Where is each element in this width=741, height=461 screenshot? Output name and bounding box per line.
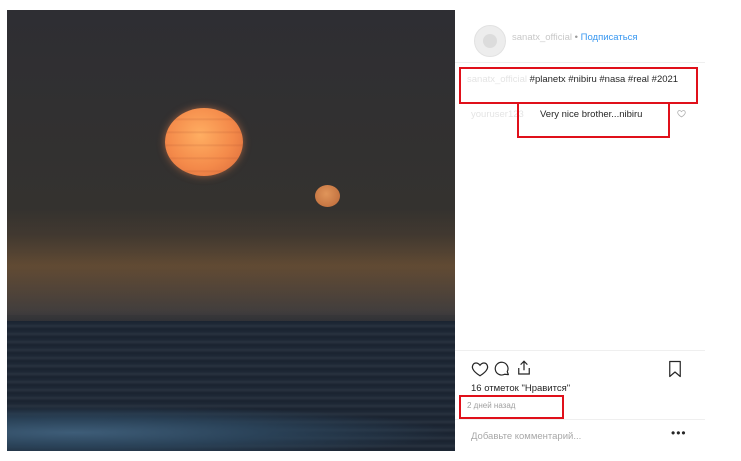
avatar[interactable] xyxy=(474,25,506,57)
wave xyxy=(7,405,455,451)
post-photo[interactable] xyxy=(7,10,455,451)
likes-count[interactable]: 16 отметок "Нравится" xyxy=(471,383,570,394)
bookmark-icon[interactable] xyxy=(667,360,683,378)
comment-highlight-box xyxy=(517,102,670,138)
comment-like-heart-icon[interactable] xyxy=(677,109,686,118)
caption-text: #planetx #nibiru #nasa #real #2021 xyxy=(529,74,679,85)
comment-text: Very nice brother...nibiru xyxy=(540,109,643,120)
header-divider xyxy=(455,62,705,63)
caption-username[interactable]: sanatx_official xyxy=(467,74,527,85)
more-options-button[interactable]: ••• xyxy=(671,426,687,440)
share-icon[interactable] xyxy=(515,359,533,377)
add-comment-input[interactable]: Добавьте комментарий... xyxy=(471,431,581,442)
post-timestamp[interactable]: 2 дней назад xyxy=(467,401,515,410)
follow-button[interactable]: Подписаться xyxy=(581,32,638,43)
post-side-panel: sanatx_official • Подписаться sanatx_off… xyxy=(455,10,705,451)
comment-username[interactable]: youruser123 xyxy=(471,109,524,120)
horizon-glow xyxy=(7,235,455,315)
comment-divider xyxy=(455,419,705,420)
header-separator: • xyxy=(574,32,578,43)
small-sun xyxy=(315,185,340,207)
comment-bubble-icon[interactable] xyxy=(493,360,511,378)
post-caption: sanatx_official #planetx #nibiru #nasa #… xyxy=(467,73,692,86)
header-username[interactable]: sanatx_official xyxy=(512,32,572,43)
actions-divider xyxy=(455,350,705,351)
post-header: sanatx_official • Подписаться xyxy=(512,32,638,43)
large-sun xyxy=(165,108,243,176)
like-heart-icon[interactable] xyxy=(471,360,489,378)
